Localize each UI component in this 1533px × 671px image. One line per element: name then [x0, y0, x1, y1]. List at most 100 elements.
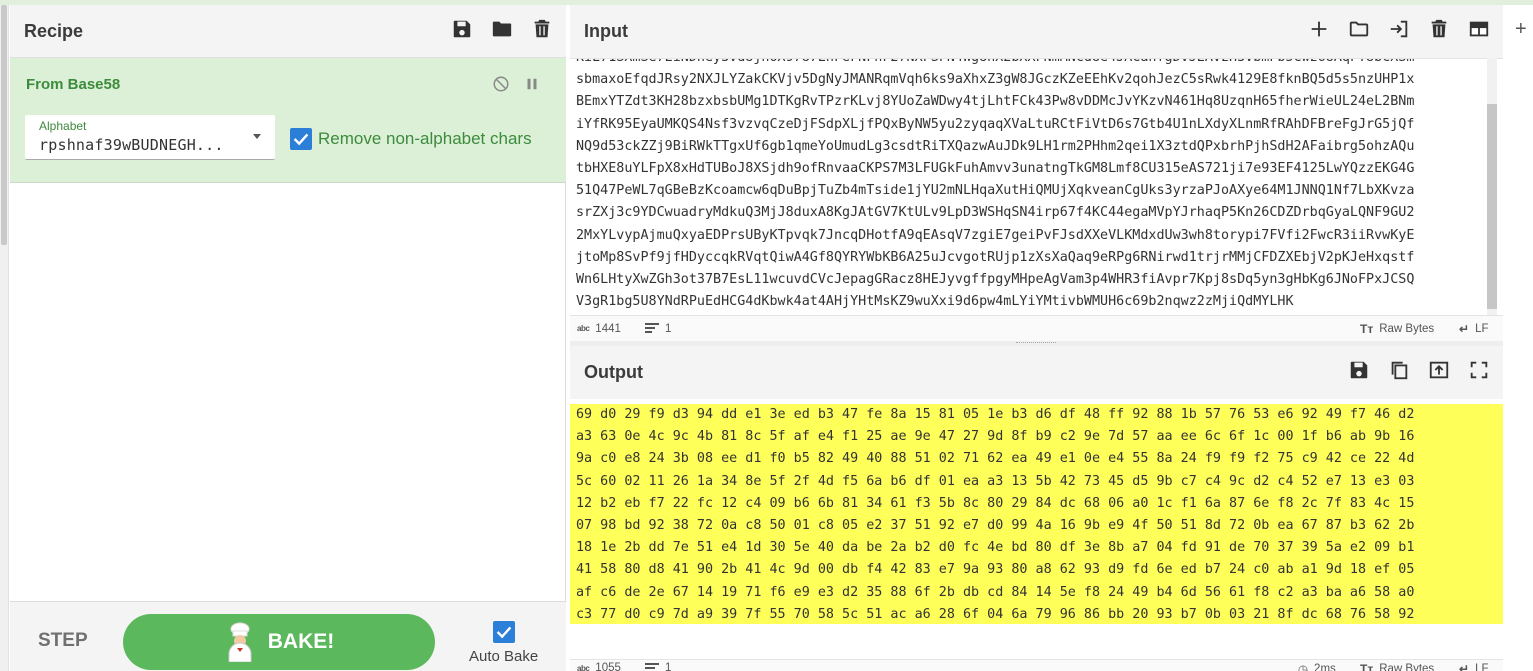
recipe-footer: STEP BAKE! Auto Bake: [10, 601, 566, 671]
output-line: a3 63 0e 4c 9c 4b 81 8c 5f af e4 f1 25 a…: [576, 429, 1415, 445]
copy-icon[interactable]: [1388, 359, 1410, 381]
recipe-header: Recipe: [10, 5, 566, 58]
length-stat: abc 1055: [577, 662, 621, 671]
lines-icon: [645, 323, 659, 334]
scrollbar-thumb[interactable]: [1487, 104, 1497, 309]
save-icon[interactable]: [451, 18, 473, 40]
input-line: 2MxYLvypAjmuQxyaEDPrsUByKTpvqk7JncqDHotf…: [576, 227, 1415, 243]
input-line: srZXj3c9YDCwuadryMdkuQ3MjJ8duxA8KgJAtGV7…: [576, 205, 1415, 221]
folder-icon[interactable]: [1348, 18, 1370, 40]
output-line: af c6 de 2e 67 14 19 71 f6 e9 e3 d2 35 8…: [576, 584, 1415, 600]
output-text: 69 d0 29 f9 d3 94 dd e1 3e ed b3 47 fe 8…: [576, 404, 1414, 624]
plus-icon[interactable]: [1308, 18, 1330, 40]
bake-label: BAKE!: [267, 630, 335, 653]
recipe-panel: Recipe From Base58 Alphabet rpshnaf39wBU…: [0, 5, 566, 671]
bake-time: ◷ 2ms: [1298, 662, 1336, 671]
output-panel: Output 69 d0 29 f9 d3 94 dd e1 3e ed b3 …: [570, 346, 1503, 671]
chef-icon: [228, 622, 252, 662]
input-length: 1441: [595, 322, 621, 335]
output-header: Output: [570, 346, 1503, 399]
input-line: BEmxYTZdt3KH28bzxbsbUMg1DTKgRvTPzrKLvj8Y…: [576, 94, 1415, 110]
output-line: 18 1e 2b dd 7e 51 e4 1d 30 5e 40 da be 2…: [576, 540, 1415, 556]
output-status-bar: abc 1055 1 ◷ 2ms Tт Raw Bytes ↵ LF: [570, 659, 1503, 671]
input-toolbar: [1308, 18, 1490, 40]
folder-icon[interactable]: [491, 18, 513, 40]
output-line: 41 58 80 d8 41 90 2b 41 4c 9d 00 db f4 4…: [576, 562, 1415, 578]
trash-icon[interactable]: [531, 18, 553, 40]
divider-grip[interactable]: [1016, 342, 1056, 344]
input-line: jtoMp8SvPf9jfHDyccqkRVqtQiwA4Gf8QYRYWbKB…: [576, 249, 1415, 265]
operations-scrollbar[interactable]: [0, 5, 9, 671]
input-line: V3gR1bg5U8YNdRPuEdHCG4dKbwk4at4AHjYHtMsK…: [576, 294, 1294, 310]
input-title: Input: [584, 21, 628, 41]
input-eol-label: LF: [1475, 322, 1489, 335]
input-text: KiE71SXmSe7EiNDhey3vd8jhoX9787EhFeFNFhF2…: [576, 59, 1415, 313]
trash-icon[interactable]: [1428, 18, 1450, 40]
input-line: Wn6LHtyXwZGh3ot37B7EsL11wcuvdCVcJepagGRa…: [576, 272, 1415, 288]
remove-non-alphabet-checkbox[interactable]: [290, 128, 312, 150]
input-lines-count: 1: [665, 322, 672, 335]
output-line: 9a c0 e8 24 3b 08 ee d1 f0 b5 82 49 40 8…: [576, 451, 1415, 467]
alphabet-select[interactable]: Alphabet rpshnaf39wBUDNEGH...: [25, 115, 275, 160]
text-encoding-icon: Tт: [1360, 321, 1374, 336]
lines-stat: 1: [645, 323, 671, 335]
input-line: iYfRK95EyaUMKQS4Nsf3vzvqCzeDjFSdpXLjfPQx…: [576, 116, 1415, 132]
output-line: 69 d0 29 f9 d3 94 dd e1 3e ed b3 47 fe 8…: [576, 407, 1415, 422]
input-panel: Input KiE71SXmSe7EiNDhey3vd8jhoX9787EhFe…: [570, 5, 1503, 342]
chevron-down-icon: [253, 134, 261, 139]
recipe-title: Recipe: [24, 20, 84, 41]
scrollbar-thumb[interactable]: [1, 5, 7, 245]
output-line: 12 b2 eb f7 22 fc 12 c4 09 b6 6b 81 34 6…: [576, 495, 1415, 511]
output-title: Output: [584, 362, 643, 382]
input-line: KiE71SXmSe7EiNDhey3vd8jhoX9787EhFeFNFhF2…: [576, 59, 1414, 69]
length-stat: abc 1441: [577, 323, 621, 335]
return-icon: ↵: [1459, 321, 1470, 336]
output-encoding[interactable]: Tт Raw Bytes: [1360, 662, 1434, 671]
step-button[interactable]: STEP: [38, 630, 88, 652]
input-header: Input: [570, 5, 1503, 58]
output-line: 07 98 bd 92 38 72 0a c8 50 01 c8 05 e2 3…: [576, 518, 1415, 534]
maximize-icon[interactable]: [1468, 359, 1490, 381]
output-line: c3 77 d0 c9 7d a9 39 7f 55 70 58 5c 51 a…: [576, 606, 1415, 622]
recipe-toolbar: [451, 18, 553, 40]
output-toolbar: [1348, 359, 1490, 381]
auto-bake-checkbox[interactable]: [493, 621, 515, 643]
layout-icon[interactable]: [1468, 18, 1490, 40]
return-icon: ↵: [1459, 662, 1470, 671]
length-icon: abc: [577, 663, 590, 671]
lines-stat: 1: [645, 662, 671, 671]
replace-input-icon[interactable]: [1428, 359, 1450, 381]
output-line: 5c 60 02 11 26 1a 34 8e 5f 2f 4d f5 6a b…: [576, 473, 1415, 489]
text-encoding-icon: Tт: [1360, 662, 1374, 671]
output-lines-count: 1: [665, 662, 672, 671]
bake-button[interactable]: BAKE!: [123, 614, 435, 670]
input-line: NQ9d53ckZZj9BiRWkTTgxUf6gb1qmeYoUmudLg3c…: [576, 138, 1415, 154]
input-textarea[interactable]: KiE71SXmSe7EiNDhey3vd8jhoX9787EhFeFNFhF2…: [570, 58, 1503, 315]
disable-icon[interactable]: [492, 75, 510, 93]
operation-from-base58[interactable]: From Base58 Alphabet rpshnaf39wBUDNEGH..…: [10, 58, 566, 183]
output-encoding-label: Raw Bytes: [1379, 663, 1435, 671]
add-tab-icon[interactable]: +: [1515, 18, 1527, 41]
output-length: 1055: [595, 662, 621, 671]
input-line: sbmaxoEfqdJRsy2NXJLYZakCKVjv5DgNyJMANRqm…: [576, 72, 1415, 88]
input-line: tbHXE8uYLFpX8xHdTUBoJ8XSjdh9ofRnvaaCKPS7…: [576, 161, 1415, 177]
auto-bake-label: Auto Bake: [469, 648, 539, 665]
input-line: 51Q47PeWL7qGBeBzKcoamcw6qDuBpjTuZb4mTsid…: [576, 183, 1415, 199]
save-icon[interactable]: [1348, 359, 1370, 381]
alphabet-value: rpshnaf39wBUDNEGH...: [39, 136, 224, 154]
output-eol[interactable]: ↵ LF: [1459, 662, 1488, 671]
input-encoding[interactable]: Tт Raw Bytes: [1360, 322, 1434, 336]
operation-title: From Base58: [26, 76, 121, 93]
pause-icon[interactable]: [523, 75, 541, 93]
input-eol[interactable]: ↵ LF: [1459, 322, 1488, 336]
remove-non-alphabet-label: Remove non-alphabet chars: [318, 129, 532, 148]
output-eol-label: LF: [1475, 663, 1489, 671]
clock-icon: ◷: [1298, 664, 1309, 671]
input-scrollbar[interactable]: [1487, 58, 1497, 315]
bake-time-label: 2ms: [1314, 663, 1336, 671]
lines-icon: [645, 662, 659, 671]
length-icon: abc: [577, 324, 590, 333]
alphabet-label: Alphabet: [39, 119, 87, 133]
import-icon[interactable]: [1388, 18, 1410, 40]
output-textarea[interactable]: 69 d0 29 f9 d3 94 dd e1 3e ed b3 47 fe 8…: [570, 404, 1503, 624]
